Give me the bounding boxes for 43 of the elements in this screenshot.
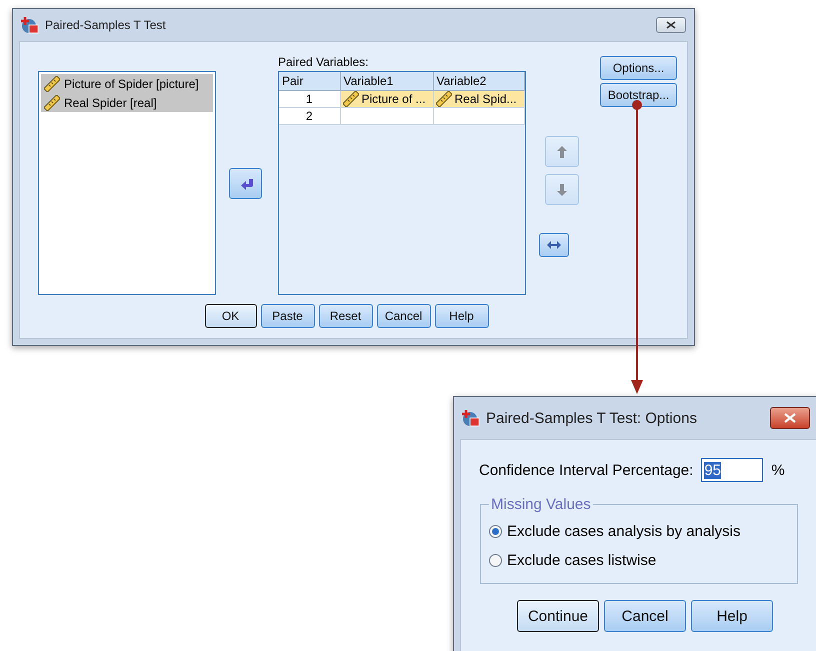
app-icon — [462, 409, 480, 427]
options-button[interactable]: Options... — [600, 56, 677, 80]
group-legend: Missing Values — [489, 496, 593, 513]
dialog-button[interactable]: Reset — [318, 304, 372, 328]
window-title: Paired-Samples T Test: Options — [486, 410, 697, 426]
table-cell: Picture of ... — [340, 90, 433, 108]
dialog-button[interactable]: Cancel — [604, 600, 686, 632]
app-icon — [21, 16, 39, 34]
ruler-icon — [44, 76, 60, 92]
column-header: Variable2 — [433, 72, 524, 90]
ruler-icon — [342, 91, 358, 107]
table-cell: 1 — [279, 90, 340, 108]
field-value: 95 — [704, 462, 721, 478]
window-title: Paired-Samples T Test — [45, 18, 166, 32]
dialog-button[interactable]: Continue — [517, 600, 599, 632]
table-label: Paired Variables: — [278, 55, 368, 69]
dialog-button[interactable]: Help — [691, 600, 773, 632]
radio-label: Exclude cases listwise — [507, 552, 656, 569]
close-button[interactable] — [656, 17, 686, 33]
close-icon — [666, 21, 676, 29]
dialog-button[interactable]: Paste — [260, 304, 314, 328]
bootstrap-button[interactable]: Bootstrap... — [600, 83, 677, 107]
radio-button[interactable] — [489, 525, 502, 538]
ruler-icon — [44, 94, 60, 110]
radio-label: Exclude cases analysis by analysis — [507, 523, 740, 540]
swap-button[interactable] — [539, 233, 569, 257]
variable-item[interactable]: Real Spider [real] — [41, 93, 213, 112]
column-header: Pair — [279, 72, 340, 90]
dialog-button[interactable]: Help — [434, 304, 488, 328]
percent-sign: % — [771, 462, 785, 478]
table-cell: Real Spid... — [433, 90, 524, 108]
ruler-icon — [436, 91, 452, 107]
close-button[interactable] — [770, 407, 810, 429]
confidence-label: Confidence Interval Percentage: — [479, 462, 694, 478]
radio-button[interactable] — [489, 554, 502, 567]
column-header: Variable1 — [340, 72, 433, 90]
move-left-button[interactable] — [229, 168, 262, 199]
close-icon — [784, 413, 796, 423]
confidence-field[interactable]: 95 — [701, 458, 764, 482]
dialog-button[interactable]: Cancel — [376, 304, 430, 328]
variable-item[interactable]: Picture of Spider [picture] — [41, 74, 213, 93]
table-cell: 2 — [279, 108, 340, 124]
dialog-button[interactable]: OK — [204, 304, 256, 328]
